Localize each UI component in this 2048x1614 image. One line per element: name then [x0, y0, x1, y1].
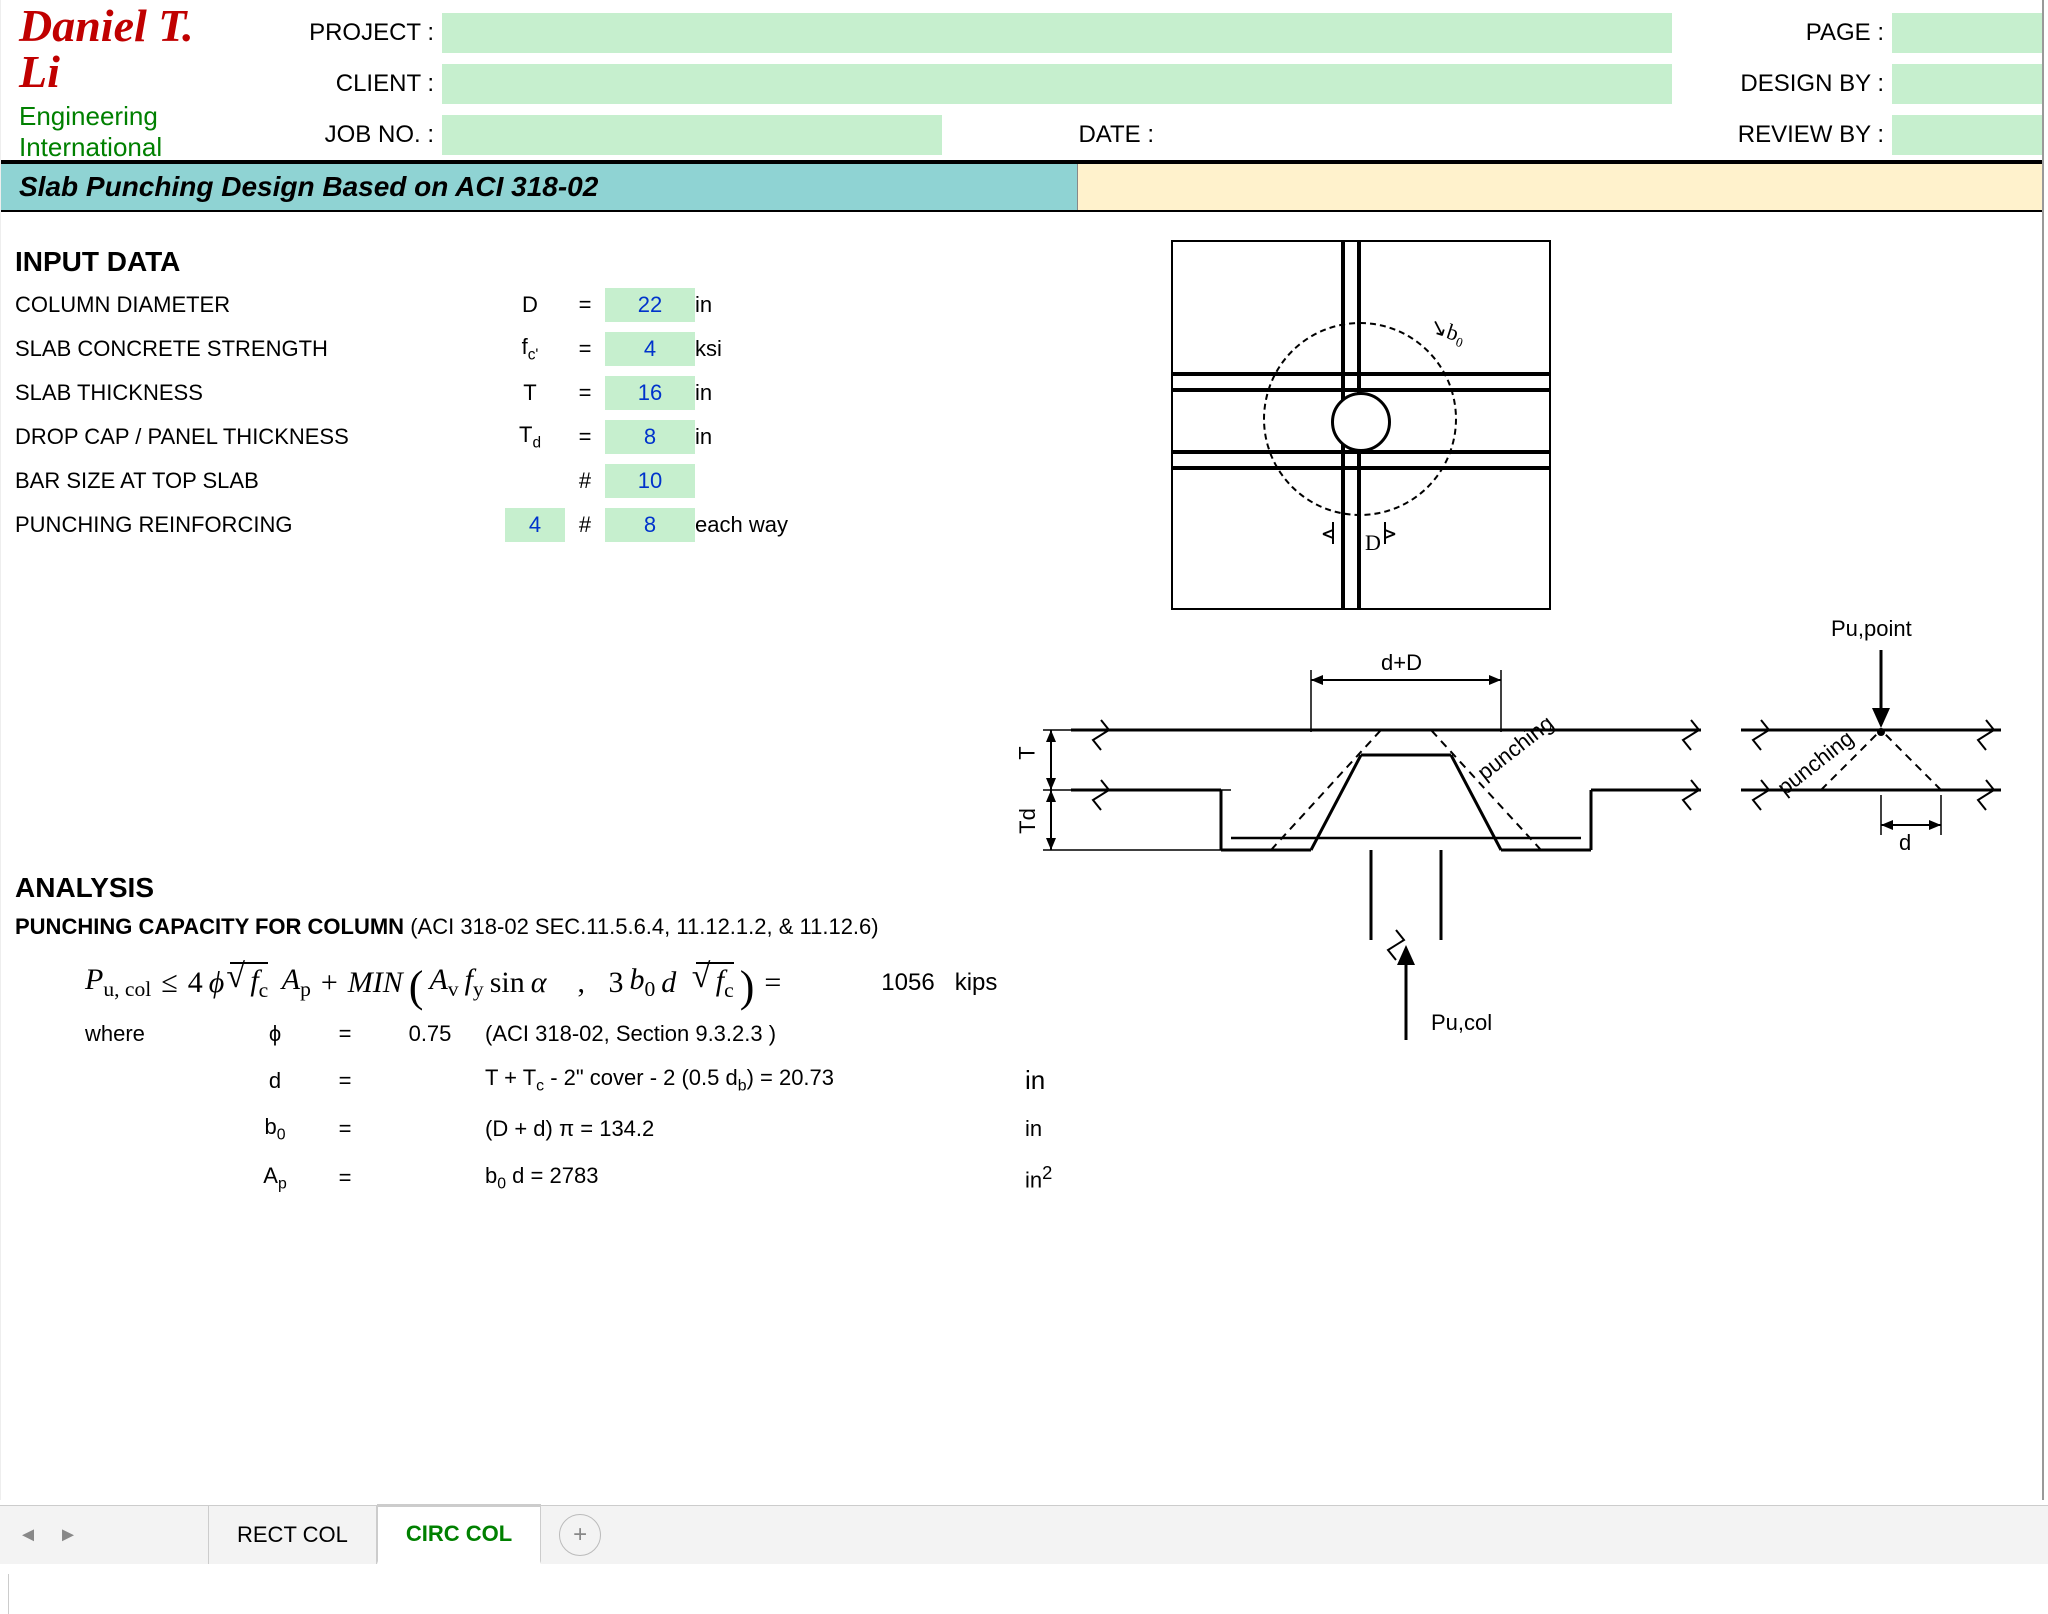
- field-page[interactable]: [1892, 13, 2042, 53]
- field-design-by[interactable]: [1892, 64, 2042, 104]
- equals: =: [565, 336, 605, 362]
- input-unit: in: [695, 292, 875, 318]
- header: Daniel T. Li Engineering International P…: [1, 0, 2042, 164]
- input-value[interactable]: 4: [605, 332, 695, 366]
- diagram-section: d+D T Td punching punching Pu,col Pu,poi…: [1001, 640, 2011, 1060]
- where-sym: Ap: [235, 1163, 315, 1193]
- where-label: where: [85, 1021, 235, 1047]
- field-jobno[interactable]: [442, 115, 942, 155]
- logo-block: Daniel T. Li Engineering International: [1, 0, 222, 160]
- label-pu-col: Pu,col: [1431, 1010, 1492, 1036]
- tab-circ-col[interactable]: CIRC COL: [377, 1506, 541, 1564]
- input-value[interactable]: 22: [605, 288, 695, 322]
- input-label: BAR SIZE AT TOP SLAB: [15, 468, 495, 494]
- field-client[interactable]: [442, 64, 1672, 104]
- input-value[interactable]: 10: [605, 464, 695, 498]
- field-project[interactable]: [442, 13, 1672, 53]
- sheet-title: Slab Punching Design Based on ACI 318-02: [1, 164, 1078, 210]
- input-unit: ksi: [695, 336, 875, 362]
- input-value[interactable]: 16: [605, 376, 695, 410]
- label-date: DATE :: [942, 121, 1162, 149]
- input-symbol: T: [495, 380, 565, 406]
- hash: #: [565, 512, 605, 538]
- label-page: PAGE :: [1672, 19, 1892, 47]
- label-T: T: [1015, 746, 1041, 759]
- label-review-by: REVIEW BY :: [1672, 121, 1892, 149]
- equals: =: [315, 1165, 375, 1191]
- equals: =: [565, 424, 605, 450]
- label-d: d: [1899, 830, 1911, 856]
- where-val: 0.75: [375, 1021, 485, 1047]
- label-design-by: DESIGN BY :: [1672, 70, 1892, 98]
- where-sym: ϕ: [235, 1021, 315, 1047]
- label-jobno: JOB NO. :: [222, 121, 442, 149]
- where-sym: b0: [235, 1114, 315, 1144]
- input-label: COLUMN DIAMETER: [15, 292, 495, 318]
- where-expr: b0 d = 2783: [485, 1163, 1025, 1193]
- tabs-prev-icon[interactable]: ◄: [8, 1515, 48, 1555]
- where-sym: d: [235, 1068, 315, 1094]
- diagram-plan: ↘b₀ D: [1171, 240, 1551, 610]
- input-label: SLAB CONCRETE STRENGTH: [15, 336, 495, 362]
- tabs-next-icon[interactable]: ►: [48, 1515, 88, 1555]
- input-unit: in: [695, 380, 875, 406]
- input-data-grid: COLUMN DIAMETER D = 22 in SLAB CONCRETE …: [15, 288, 2022, 542]
- input-value[interactable]: 8: [605, 420, 695, 454]
- where-expr: (ACI 318-02, Section 9.3.2.3 ): [485, 1021, 1025, 1047]
- result-unit: kips: [955, 969, 998, 996]
- equals: =: [315, 1116, 375, 1142]
- input-prevalue[interactable]: 4: [495, 508, 565, 542]
- section-input-heading: INPUT DATA: [15, 246, 2022, 278]
- label-pu-point: Pu,point: [1831, 616, 1912, 642]
- input-label: SLAB THICKNESS: [15, 380, 495, 406]
- where-unit: in: [1025, 1116, 1105, 1142]
- hash: #: [565, 468, 605, 494]
- title-bar: Slab Punching Design Based on ACI 318-02: [1, 164, 2042, 212]
- add-sheet-icon[interactable]: +: [559, 1514, 601, 1556]
- label-project: PROJECT :: [222, 19, 442, 47]
- equals: =: [315, 1021, 375, 1047]
- sheet-tab-bar: ◄ ► RECT COL CIRC COL +: [0, 1505, 2048, 1564]
- logo-subtitle: Engineering International: [19, 101, 212, 163]
- worksheet: Daniel T. Li Engineering International P…: [0, 0, 2044, 1500]
- equals: =: [315, 1068, 375, 1094]
- label-dplusD: d+D: [1381, 650, 1422, 676]
- input-unit: in: [695, 424, 875, 450]
- input-symbol: fc': [495, 334, 565, 364]
- input-unit: each way: [695, 512, 875, 538]
- where-expr: T + Tc - 2" cover - 2 (0.5 db) = 20.73: [485, 1065, 1025, 1095]
- input-symbol: D: [495, 292, 565, 318]
- tab-rect-col[interactable]: RECT COL: [208, 1506, 377, 1564]
- logo-name: Daniel T. Li: [19, 3, 212, 95]
- input-label: PUNCHING REINFORCING: [15, 512, 495, 538]
- plan-dim-d: [1173, 242, 1553, 612]
- label-Td: Td: [1015, 808, 1041, 834]
- equals: =: [565, 292, 605, 318]
- field-review-by[interactable]: [1892, 115, 2042, 155]
- title-bar-right: [1078, 164, 2042, 210]
- label-client: CLIENT :: [222, 70, 442, 98]
- where-expr: (D + d) π = 134.2: [485, 1116, 1025, 1142]
- field-date[interactable]: [1162, 115, 1672, 155]
- equals: =: [565, 380, 605, 406]
- where-unit: in: [1025, 1065, 1105, 1096]
- result-value: 1056: [881, 969, 934, 996]
- input-value[interactable]: 8: [605, 508, 695, 542]
- input-symbol: Td: [495, 422, 565, 452]
- where-unit: in2: [1025, 1162, 1105, 1193]
- input-label: DROP CAP / PANEL THICKNESS: [15, 424, 495, 450]
- project-info-grid: PROJECT : PAGE : CLIENT : DESIGN BY : JO…: [222, 0, 2042, 160]
